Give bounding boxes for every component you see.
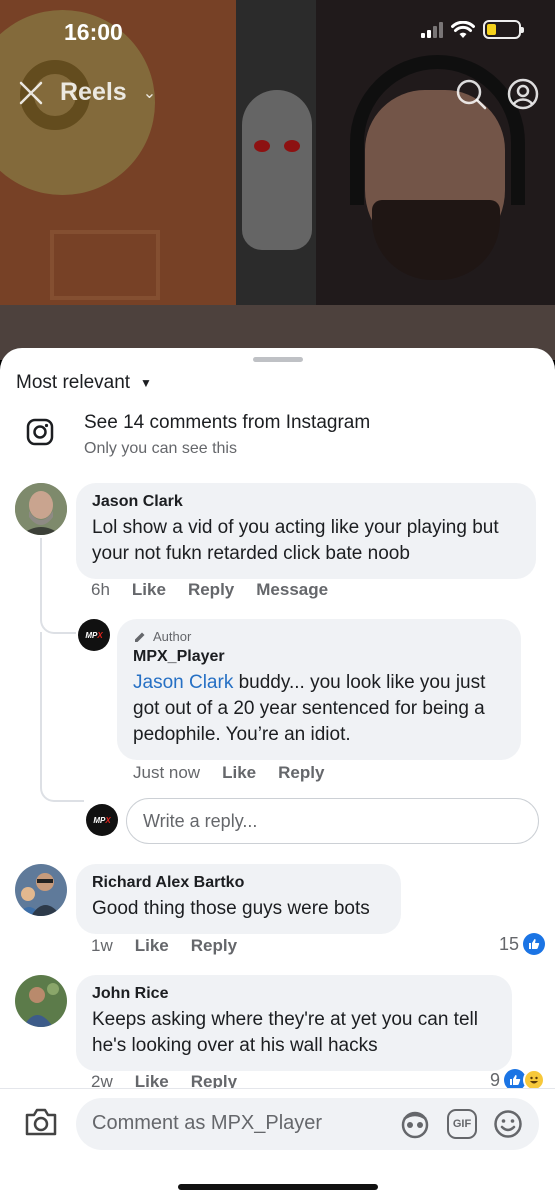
- composer-icons: GIF: [399, 1109, 523, 1139]
- comment-time: Just now: [133, 763, 201, 782]
- emoji-icon[interactable]: [493, 1109, 523, 1139]
- like-button[interactable]: Like: [135, 936, 169, 956]
- reaction-count[interactable]: 15: [499, 933, 545, 955]
- author-tag-label: Author: [153, 629, 192, 644]
- like-button[interactable]: Like: [222, 763, 256, 783]
- comment-text: Keeps asking where they're at yet you ca…: [92, 1009, 478, 1056]
- reaction-number: 15: [498, 933, 519, 954]
- like-button[interactable]: Like: [132, 580, 166, 600]
- like-reaction-icon: [523, 933, 545, 955]
- instagram-title: See 14 comments from Instagram: [84, 412, 371, 433]
- close-icon[interactable]: [18, 80, 44, 106]
- person-avatar-icon: [15, 864, 67, 916]
- comment-bubble: Richard Alex Bartko Good thing those guy…: [76, 864, 401, 934]
- instagram-subtitle: Only you can see this: [84, 440, 237, 457]
- comment-placeholder: Comment as MPX_Player: [92, 1112, 323, 1134]
- reels-title[interactable]: Reels: [60, 78, 127, 107]
- comment-time: 6h: [91, 580, 110, 599]
- status-icons: [421, 20, 524, 39]
- signal-icon: [421, 21, 443, 38]
- reels-header: Reels ⌄: [18, 78, 156, 107]
- gif-button[interactable]: GIF: [447, 1109, 477, 1139]
- pencil-icon: [135, 632, 145, 642]
- avatar[interactable]: [15, 975, 67, 1027]
- thread-line: [40, 538, 42, 616]
- comment-author[interactable]: John Rice: [92, 985, 496, 1003]
- comment-bubble: John Rice Keeps asking where they're at …: [76, 975, 512, 1071]
- chevron-down-icon: ▼: [140, 376, 152, 390]
- thread-connector: [40, 614, 76, 634]
- search-icon[interactable]: [455, 78, 487, 110]
- comments-sheet: Most relevant ▼ See 14 comments from Ins…: [0, 348, 555, 1200]
- author-badge: Author: [133, 629, 505, 644]
- comment-author[interactable]: Jason Clark: [92, 493, 520, 511]
- comment-author[interactable]: Richard Alex Bartko: [92, 874, 385, 892]
- instagram-comments-row[interactable]: See 14 comments from Instagram Only you …: [26, 412, 370, 458]
- comment-actions: 1w Like Reply: [91, 936, 237, 956]
- avatar-sticker-icon[interactable]: [399, 1109, 431, 1139]
- chevron-down-icon[interactable]: ⌄: [143, 83, 156, 103]
- reel-video[interactable]: 16:00 Reels ⌄: [0, 0, 555, 360]
- mpx-logo: MPX: [93, 815, 111, 825]
- top-actions: [455, 78, 539, 110]
- video-dim-overlay: [0, 0, 555, 360]
- camera-icon[interactable]: [24, 1107, 58, 1137]
- reply-button[interactable]: Reply: [191, 936, 237, 956]
- reply-button[interactable]: Reply: [278, 763, 324, 783]
- profile-icon[interactable]: [507, 78, 539, 110]
- status-time: 16:00: [64, 19, 123, 45]
- comment-text: Lol show a vid of you acting like your p…: [92, 517, 499, 564]
- avatar[interactable]: [15, 483, 67, 535]
- mpx-logo: MPX: [85, 630, 103, 640]
- comment-author[interactable]: MPX_Player: [133, 648, 505, 666]
- person-avatar-icon: [15, 975, 67, 1027]
- reply-button[interactable]: Reply: [188, 580, 234, 600]
- avatar: MPX: [86, 804, 118, 836]
- reply-input[interactable]: Write a reply...: [126, 798, 539, 844]
- sheet-grabber[interactable]: [253, 357, 303, 362]
- wifi-icon: [451, 20, 475, 38]
- home-indicator: [178, 1184, 378, 1190]
- sort-label: Most relevant: [16, 372, 131, 393]
- comment-input[interactable]: Comment as MPX_Player GIF: [76, 1098, 539, 1150]
- comment-composer: Comment as MPX_Player GIF: [0, 1088, 555, 1200]
- comment-bubble: Author MPX_Player Jason Clark buddy... y…: [117, 619, 521, 760]
- thread-connector: [40, 778, 84, 802]
- message-button[interactable]: Message: [256, 580, 328, 600]
- comment-actions: Just now Like Reply: [133, 763, 324, 783]
- person-avatar-icon: [15, 483, 67, 535]
- comment-text: Jason Clark buddy... you look like you j…: [133, 670, 505, 748]
- thread-line: [40, 632, 42, 782]
- comment-text: Good thing those guys were bots: [92, 898, 370, 919]
- comment-actions: 6h Like Reply Message: [91, 580, 328, 600]
- comment-time: 1w: [91, 936, 113, 955]
- avatar[interactable]: [15, 864, 67, 916]
- mention-link[interactable]: Jason Clark: [133, 672, 233, 693]
- battery-icon: [483, 20, 524, 39]
- instagram-icon: [26, 418, 54, 446]
- sort-dropdown[interactable]: Most relevant ▼: [16, 372, 152, 394]
- comment-bubble: Jason Clark Lol show a vid of you acting…: [76, 483, 536, 579]
- avatar[interactable]: MPX: [78, 619, 110, 651]
